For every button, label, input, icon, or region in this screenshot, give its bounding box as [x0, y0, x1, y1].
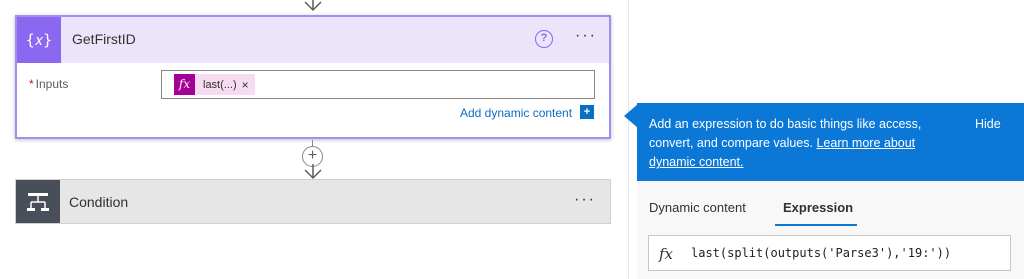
add-dynamic-content-icon[interactable]: + — [580, 105, 594, 119]
help-icon[interactable]: ? — [535, 30, 553, 48]
expression-token[interactable]: fx last(...) × — [174, 74, 255, 95]
inputs-label: * Inputs — [29, 77, 68, 91]
action-header[interactable]: {𝑥} GetFirstID ? ··· — [17, 17, 609, 63]
selected-tab-indicator — [775, 224, 857, 226]
condition-glyph-icon — [27, 193, 49, 211]
condition-icon — [16, 180, 60, 223]
function-icon: fx — [659, 245, 674, 263]
dynamic-content-panel: Dynamic content Expression fx last(split… — [637, 181, 1024, 279]
expression-input[interactable]: fx last(split(outputs('Parse3'),'19:')) — [648, 235, 1011, 271]
arrow-down-icon — [304, 0, 322, 12]
condition-title[interactable]: Condition — [69, 194, 128, 210]
variable-icon: {𝑥} — [17, 17, 61, 63]
action-title[interactable]: GetFirstID — [72, 31, 136, 47]
hide-button[interactable]: Hide — [975, 117, 1001, 131]
inputs-label-text: Inputs — [35, 77, 69, 91]
more-options-icon[interactable]: ··· — [574, 191, 596, 209]
info-text: Add an expression to do basic things lik… — [649, 115, 954, 172]
add-dynamic-content-link[interactable]: Add dynamic content — [460, 106, 572, 120]
tab-expression[interactable]: Expression — [783, 200, 853, 215]
condition-card[interactable]: Condition ··· — [15, 179, 611, 224]
required-marker: * — [29, 77, 34, 91]
remove-token-icon[interactable]: × — [242, 78, 255, 92]
flow-designer-canvas: {𝑥} GetFirstID ? ··· * Inputs fx last(...… — [0, 0, 1024, 279]
tab-dynamic-content[interactable]: Dynamic content — [649, 200, 746, 215]
token-label: last(...) — [203, 78, 237, 91]
panel-divider — [628, 0, 629, 279]
more-options-icon[interactable]: ··· — [575, 27, 597, 45]
expression-info-callout: Add an expression to do basic things lik… — [637, 103, 1024, 181]
inputs-field[interactable]: fx last(...) × — [161, 70, 595, 99]
action-card-getfirstid[interactable]: {𝑥} GetFirstID ? ··· * Inputs fx last(...… — [15, 15, 611, 139]
expression-value[interactable]: last(split(outputs('Parse3'),'19:')) — [691, 246, 951, 260]
function-icon: fx — [174, 74, 195, 95]
arrow-down-icon — [304, 164, 322, 180]
callout-pointer — [624, 104, 638, 128]
